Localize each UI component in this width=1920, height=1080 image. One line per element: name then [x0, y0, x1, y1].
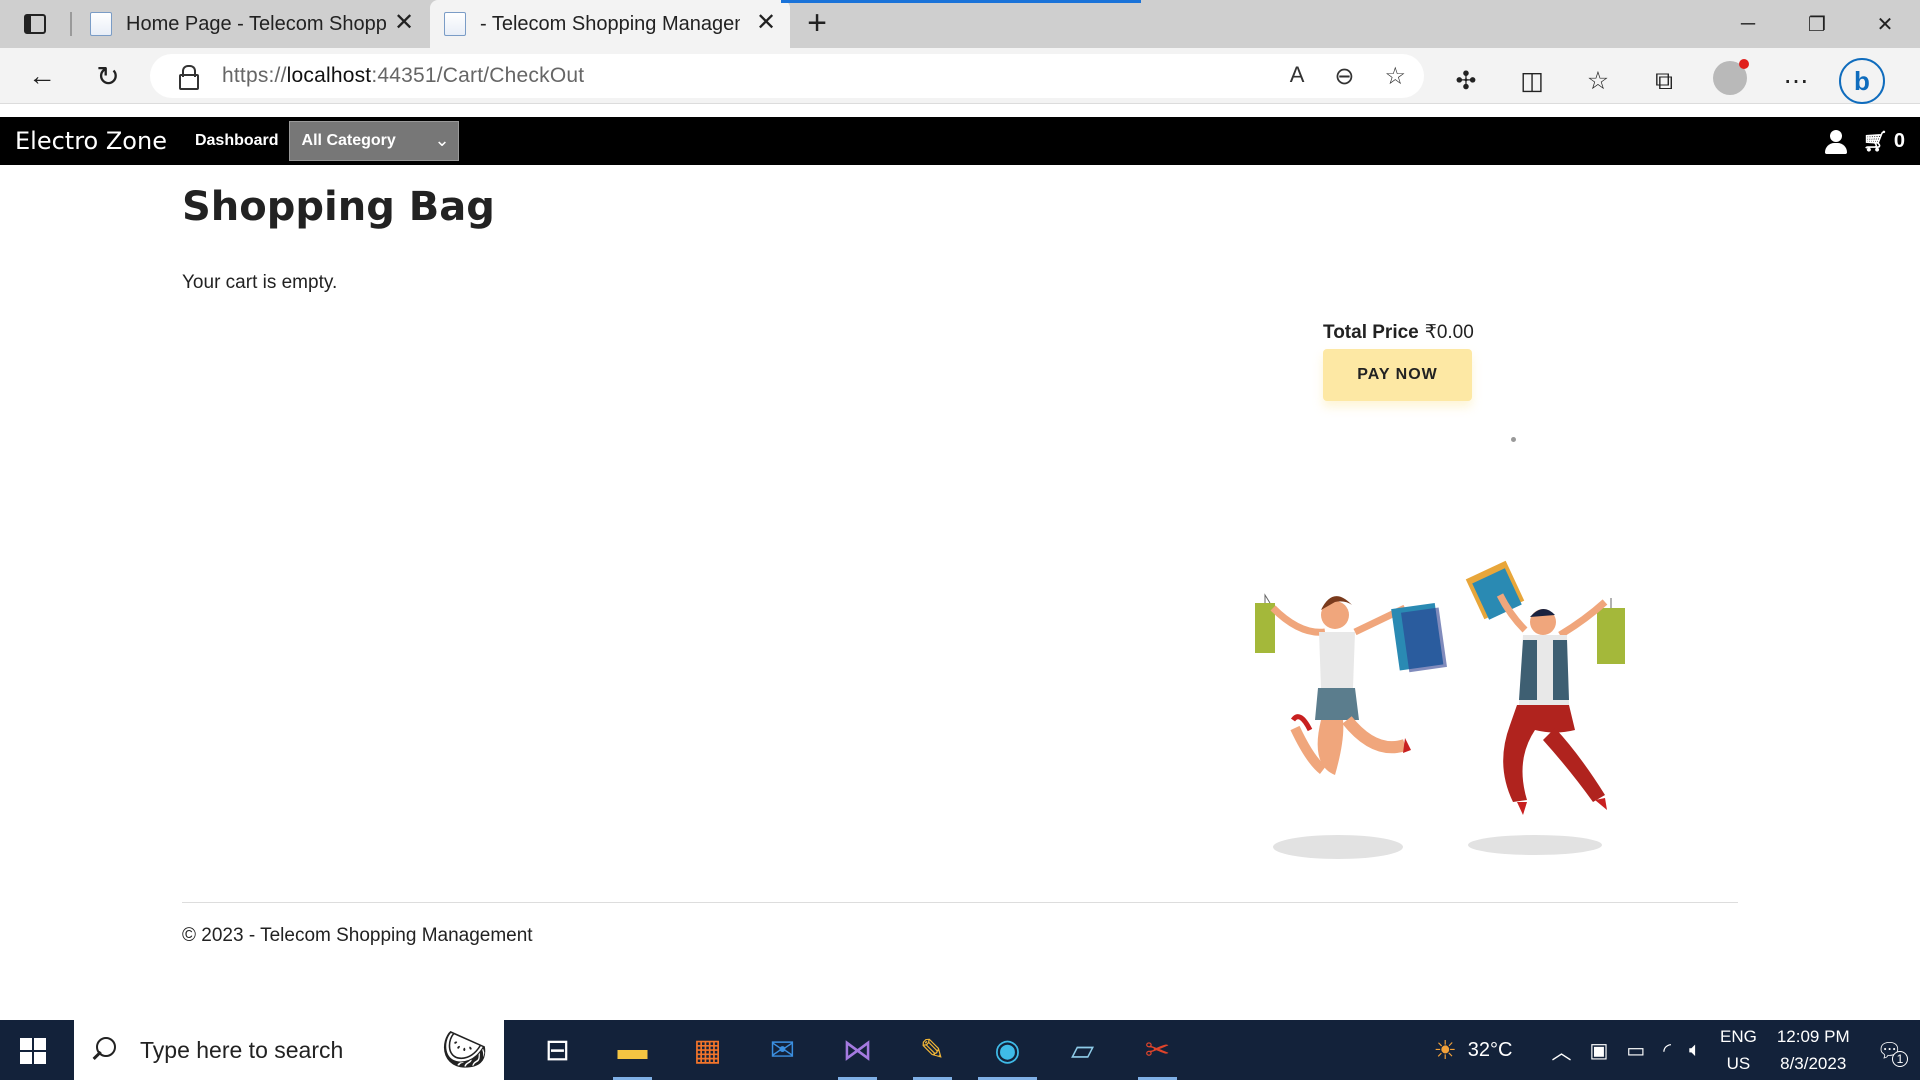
decorative-dot [1511, 437, 1516, 442]
close-window-button[interactable]: ✕ [1850, 0, 1920, 48]
search-placeholder: Type here to search [140, 1036, 344, 1063]
tab-separator [70, 12, 72, 36]
address-bar[interactable]: https://localhost:44351/Cart/CheckOut A … [150, 54, 1424, 98]
tab-strip: Home Page - Telecom Shopping ✕ - Telecom… [0, 0, 1920, 48]
more-icon[interactable]: ⋯ [1763, 66, 1829, 96]
url-text[interactable]: https://localhost:44351/Cart/CheckOut [222, 64, 584, 88]
footer-text: © 2023 - Telecom Shopping Management [182, 925, 533, 946]
total-price-value: ₹0.00 [1424, 322, 1474, 343]
volume-icon[interactable]: 🔈︎ [1689, 1039, 1701, 1062]
language-indicator[interactable]: ENG US [1720, 1023, 1757, 1077]
notepad-icon[interactable]: ▱ [1045, 1020, 1120, 1080]
cart-icon[interactable]: 🛒︎ [1862, 129, 1887, 154]
back-icon: ← [28, 60, 56, 91]
url-path: :44351/Cart/CheckOut [371, 64, 585, 87]
region-code: US [1726, 1054, 1751, 1073]
shopping-illustration [1255, 560, 1625, 859]
visual-studio-icon[interactable]: ⋈ [820, 1020, 895, 1080]
mail-icon[interactable]: ✉ [745, 1020, 820, 1080]
tab-home-page[interactable]: Home Page - Telecom Shopping ✕ [70, 0, 428, 48]
favorite-star-icon[interactable]: ☆ [1384, 62, 1406, 91]
pay-now-button[interactable]: PAY NOW [1323, 349, 1472, 401]
extensions-icon[interactable]: ✣ [1433, 66, 1499, 96]
empty-cart-message: Your cart is empty. [182, 272, 338, 293]
search-icon [90, 1037, 116, 1063]
zoom-out-icon[interactable]: ⊖ [1334, 62, 1354, 91]
start-button[interactable] [20, 1038, 46, 1064]
new-tab-button[interactable]: + [800, 6, 834, 40]
tab-checkout[interactable]: - Telecom Shopping Management ✕ [430, 0, 790, 48]
windows-logo-pane [20, 1052, 32, 1064]
page-favicon-icon [444, 12, 466, 36]
profile-button[interactable] [1697, 58, 1763, 102]
favorites-icon[interactable]: ☆ [1565, 66, 1631, 96]
clock-time: 12:09 PM [1776, 1027, 1850, 1046]
url-host: localhost [286, 64, 372, 87]
clock-date: 8/3/2023 [1780, 1054, 1847, 1073]
wifi-icon[interactable]: ◜ [1663, 1038, 1671, 1063]
minimize-button[interactable]: ─ [1713, 0, 1783, 48]
category-select-value: All Category [301, 132, 396, 149]
loading-indicator [781, 0, 1141, 3]
windows-logo-pane [34, 1038, 46, 1050]
bing-icon: b [1839, 58, 1885, 104]
snipping-tool-icon[interactable]: ✂ [1120, 1020, 1195, 1080]
weather-temp[interactable]: 32°C [1468, 1039, 1513, 1062]
total-price-label: Total Price [1323, 322, 1419, 343]
lock-icon[interactable] [178, 65, 199, 90]
meet-icon[interactable]: ▣ [1589, 1038, 1608, 1063]
page-title: Shopping Bag [182, 184, 495, 230]
windows-logo-icon [20, 1038, 32, 1050]
clock[interactable]: 12:09 PM 8/3/2023 [1777, 1023, 1850, 1077]
chevron-up-icon[interactable]: ︿ [1551, 1036, 1571, 1065]
url-scheme: https:// [222, 64, 287, 87]
tab-title: Home Page - Telecom Shopping [126, 12, 386, 35]
edge-browser-icon[interactable]: ◉ [970, 1020, 1045, 1080]
notification-count: 1 [1892, 1050, 1908, 1067]
system-tray: ☀ 32°C ︿ ▣ ▭ ◜ 🔈︎ ENG US 12:09 PM 8/3/20… [1424, 1020, 1920, 1080]
refresh-button[interactable]: ↻ [88, 56, 128, 96]
read-aloud-icon[interactable]: A [1290, 62, 1305, 91]
close-tab-icon[interactable]: ✕ [392, 11, 416, 36]
store-icon[interactable]: ▦ [670, 1020, 745, 1080]
category-select[interactable]: All Category ⌄ [288, 121, 459, 161]
user-icon[interactable] [1824, 129, 1848, 154]
page-favicon-icon [90, 12, 112, 36]
cart-count[interactable]: 0 [1894, 130, 1905, 153]
watermelon-icon: 🍉︎ [439, 1028, 490, 1072]
navbar-right: 🛒︎ 0 [1824, 129, 1905, 154]
taskbar-search[interactable]: Type here to search 🍉︎ [74, 1020, 504, 1080]
windows-logo-pane [34, 1052, 46, 1064]
total-price: Total Price ₹0.00 [1323, 321, 1474, 344]
battery-icon[interactable]: ▭ [1626, 1038, 1645, 1063]
footer-divider [182, 902, 1738, 903]
brand-link[interactable]: Electro Zone [15, 127, 167, 155]
close-tab-icon[interactable]: ✕ [754, 11, 778, 36]
chevron-down-icon: ⌄ [434, 130, 450, 150]
windows-taskbar: Type here to search 🍉︎ ⊟ ▬ ▦ ✉ ⋈ ✎ ◉ ▱ ✂… [0, 1020, 1920, 1080]
restore-button[interactable]: ❐ [1782, 0, 1852, 48]
weather-icon[interactable]: ☀ [1433, 1035, 1456, 1066]
tab-actions-icon [24, 14, 46, 34]
task-view-icon[interactable]: ⊟ [520, 1020, 595, 1080]
taskbar-apps: ⊟ ▬ ▦ ✉ ⋈ ✎ ◉ ▱ ✂ [520, 1020, 1195, 1080]
browser-toolbar: ← ↻ https://localhost:44351/Cart/CheckOu… [0, 48, 1920, 104]
split-screen-icon[interactable]: ◫ [1499, 66, 1565, 96]
bing-button[interactable]: b [1829, 58, 1895, 104]
profile-icon [1713, 58, 1749, 95]
drawing-tool-icon[interactable]: ✎ [895, 1020, 970, 1080]
language-code: ENG [1720, 1027, 1757, 1046]
back-button[interactable]: ← [22, 56, 62, 96]
site-navbar: Electro Zone Dashboard All Category ⌄ 🛒︎… [0, 117, 1920, 165]
tab-title: - Telecom Shopping Management [480, 12, 740, 35]
toolbar-icons: ✣ ◫ ☆ ⧉ ⋯ b [1433, 58, 1895, 104]
refresh-icon: ↻ [96, 60, 120, 92]
browser-window: Home Page - Telecom Shopping ✕ - Telecom… [0, 0, 1920, 1080]
nav-dashboard-link[interactable]: Dashboard [195, 132, 279, 150]
file-explorer-icon[interactable]: ▬ [595, 1020, 670, 1080]
tab-actions-button[interactable] [18, 10, 52, 38]
address-bar-icons: A ⊖ ☆ [1290, 62, 1406, 91]
collections-icon[interactable]: ⧉ [1631, 67, 1697, 96]
notifications-icon[interactable]: 💬︎ 1 [1877, 1038, 1908, 1067]
